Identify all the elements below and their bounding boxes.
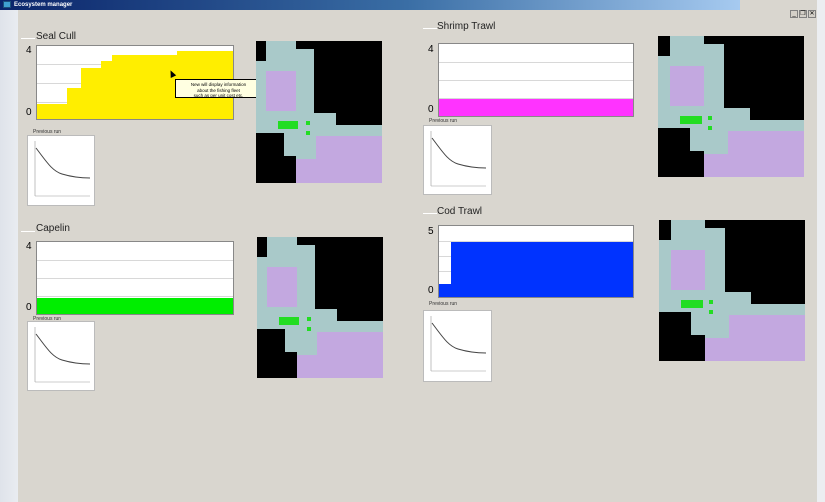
previous-run-chart [27,135,95,206]
capelin-fill [37,298,233,314]
previous-run-curve [34,141,91,197]
panel-title-shrimp-trawl: Shrimp Trawl [437,21,496,32]
seal-cull-habitat-map [256,41,382,183]
window-title: Ecosystem manager [14,2,73,8]
previous-run-curve [430,316,487,372]
app-icon [3,1,11,8]
cod-trawl-effort-plot[interactable] [438,225,634,298]
y-max-label: 5 [428,226,434,237]
gridline [37,278,233,279]
gridline [37,260,233,261]
panel-title-cod-trawl: Cod Trawl [437,206,483,217]
previous-run-chart [27,321,95,391]
y-max-label: 4 [26,241,32,252]
panel-title-seal-cull: Seal Cull [36,31,77,42]
previous-run-label: Previous run [429,118,458,124]
right-desktop-strip [817,0,825,502]
y-min-label: 0 [26,302,32,313]
panel-divider [21,38,35,39]
tooltip-line: such as per unit cost etc. [193,93,244,98]
shrimp-trawl-effort-plot[interactable] [438,43,634,117]
y-max-label: 4 [428,44,434,55]
panel-divider [423,28,437,29]
shrimp-trawl-fill [439,98,633,116]
gridline [439,80,633,81]
gridline [439,62,633,63]
gridline [37,296,233,297]
left-desktop-strip [0,10,18,502]
y-min-label: 0 [428,285,434,296]
cod-trawl-fill [439,242,633,297]
y-max-label: 4 [26,45,32,56]
y-min-label: 0 [26,107,32,118]
previous-run-chart [423,310,492,382]
panel-title-capelin: Capelin [36,223,70,234]
minimize-button[interactable]: _ [790,10,798,18]
previous-run-curve [34,327,91,383]
capelin-habitat-map [257,237,383,378]
y-min-label: 0 [428,104,434,115]
title-bar[interactable]: Ecosystem manager [0,0,740,10]
shrimp-trawl-habitat-map [658,36,804,177]
panel-divider [423,213,437,214]
window-controls: _ ❐ ✕ [790,10,816,18]
panel-divider [21,231,35,232]
capelin-effort-plot[interactable] [36,241,234,315]
cod-trawl-habitat-map [659,220,805,361]
maximize-button[interactable]: ❐ [799,10,807,18]
previous-run-chart [423,125,492,195]
previous-run-curve [430,131,487,187]
fleet-info-tooltip: New will display information about the f… [175,79,262,98]
previous-run-label: Previous run [429,301,458,307]
close-button[interactable]: ✕ [808,10,816,18]
